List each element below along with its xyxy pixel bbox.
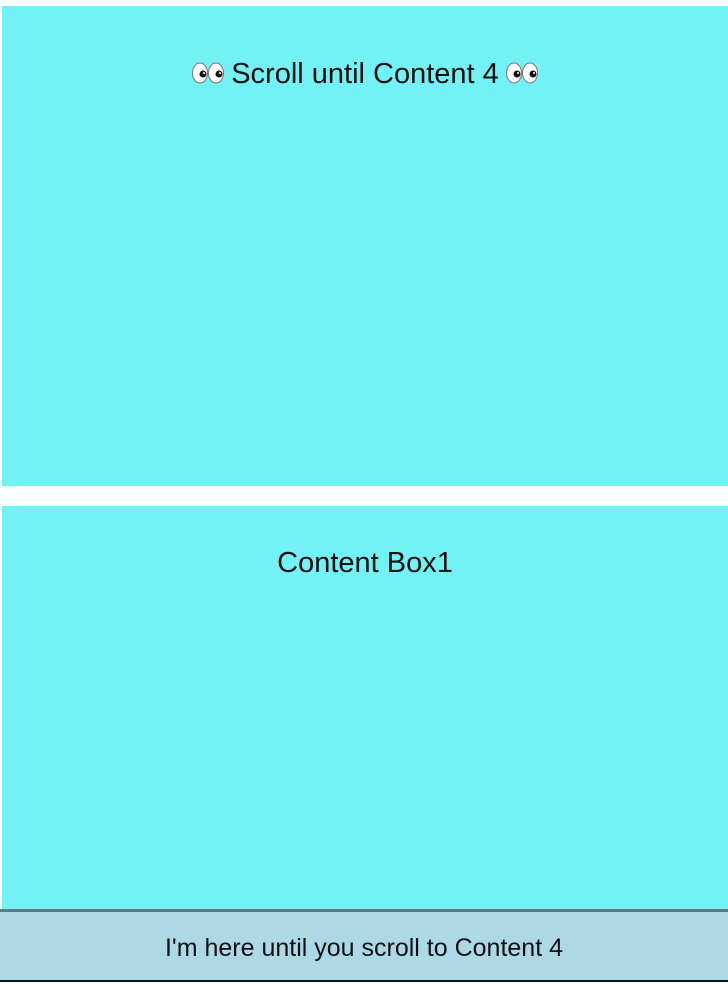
eyes-icon xyxy=(191,56,225,84)
content-box-title: Content Box1 xyxy=(277,547,453,579)
intro-box: Scroll until Content 4 xyxy=(2,6,728,486)
scroll-instruction: Scroll until Content 4 xyxy=(2,54,728,94)
eyes-icon xyxy=(505,56,539,84)
scroll-instruction-text: Scroll until Content 4 xyxy=(231,58,499,90)
scroll-page[interactable]: Scroll until Content 4 Content Box1 I'm … xyxy=(0,0,728,984)
content-box-1: Content Box1 xyxy=(2,506,728,910)
sticky-footer: I'm here until you scroll to Content 4 xyxy=(0,909,728,982)
